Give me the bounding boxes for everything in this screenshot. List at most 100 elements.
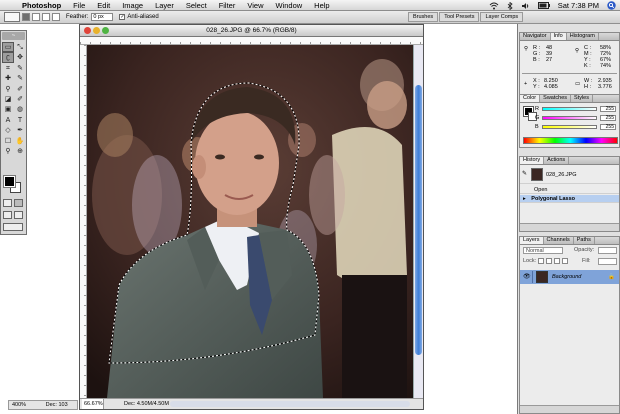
- red-slider[interactable]: [542, 107, 597, 111]
- tab-swatches[interactable]: Swatches: [540, 95, 572, 102]
- subtract-selection-mode[interactable]: [42, 13, 50, 21]
- vertical-scroll-thumb[interactable]: [415, 85, 422, 355]
- tab-color[interactable]: Color: [520, 95, 541, 102]
- tab-navigator[interactable]: Navigator: [520, 33, 551, 40]
- dodge-tool-icon[interactable]: ◍: [14, 104, 26, 114]
- spotlight-icon[interactable]: [607, 1, 616, 10]
- history-snapshot[interactable]: ✎ 028_26.JPG: [520, 166, 619, 184]
- green-value-input[interactable]: 255: [600, 115, 616, 121]
- tab-history[interactable]: History: [520, 157, 545, 164]
- adobe-online-icon[interactable]: ~: [2, 32, 25, 40]
- marquee-tool-icon[interactable]: ▭: [2, 42, 14, 53]
- menu-view[interactable]: View: [247, 1, 263, 10]
- foreground-color-swatch[interactable]: [3, 175, 16, 188]
- menu-select[interactable]: Select: [186, 1, 207, 10]
- volume-icon[interactable]: [521, 2, 530, 10]
- healing-brush-tool-icon[interactable]: ✚: [2, 73, 14, 83]
- document-titlebar[interactable]: 028_26.JPG @ 66.7% (RGB/8): [80, 25, 423, 37]
- blue-value-input[interactable]: 255: [600, 124, 616, 130]
- shape-tool-icon[interactable]: ✒: [14, 125, 26, 135]
- standard-mode-icon[interactable]: [3, 199, 12, 207]
- hand-tool-icon[interactable]: ✋: [14, 136, 26, 146]
- clone-stamp-tool-icon[interactable]: ⚲: [2, 84, 14, 94]
- eyedropper-tool-icon[interactable]: ⚲: [2, 146, 14, 156]
- history-brush-tool-icon[interactable]: ✐: [14, 84, 26, 94]
- pen-tool-icon[interactable]: ◇: [2, 125, 14, 135]
- wifi-icon[interactable]: [489, 2, 499, 10]
- menu-filter[interactable]: Filter: [219, 1, 236, 10]
- screen-mode-standard-icon[interactable]: [3, 211, 12, 219]
- tab-paths[interactable]: Paths: [574, 237, 595, 244]
- type-tool-icon[interactable]: T: [14, 115, 26, 125]
- history-step-polygonal-lasso[interactable]: ▸ Polygonal Lasso: [520, 195, 619, 203]
- new-selection-mode[interactable]: [22, 13, 30, 21]
- vertical-scrollbar[interactable]: [413, 45, 423, 398]
- screen-mode-menubar-icon[interactable]: [14, 211, 23, 219]
- intersect-selection-mode[interactable]: [52, 13, 60, 21]
- blur-tool-icon[interactable]: ▣: [2, 104, 14, 114]
- jump-to-imageready-icon[interactable]: [3, 223, 23, 231]
- well-tab-tool-presets[interactable]: Tool Presets: [439, 12, 480, 22]
- blend-mode-select[interactable]: Normal: [523, 247, 563, 254]
- eraser-tool-icon[interactable]: ◪: [2, 94, 14, 104]
- close-icon[interactable]: [84, 27, 91, 34]
- menu-file[interactable]: File: [73, 1, 85, 10]
- horizontal-scrollbar[interactable]: [170, 401, 410, 407]
- document-canvas[interactable]: [87, 45, 413, 398]
- well-tab-brushes[interactable]: Brushes: [408, 12, 439, 22]
- minimize-icon[interactable]: [93, 27, 100, 34]
- fill-input[interactable]: [598, 258, 617, 265]
- color-spectrum-bar[interactable]: [523, 137, 618, 144]
- battery-icon[interactable]: [537, 2, 550, 9]
- menu-window[interactable]: Window: [275, 1, 302, 10]
- feather-input[interactable]: 0 px: [91, 13, 114, 21]
- menu-clock[interactable]: Sat 7:38 PM: [558, 1, 599, 10]
- app-menu[interactable]: Photoshop: [22, 1, 61, 10]
- layer-name[interactable]: Background: [552, 270, 581, 284]
- lasso-tool-icon[interactable]: ʗ: [2, 52, 14, 63]
- antialias-checkbox[interactable]: ✓: [119, 14, 126, 20]
- tool-preset-picker[interactable]: [4, 12, 20, 22]
- layer-visibility-eye-icon[interactable]: 👁: [523, 270, 531, 284]
- zoom-icon[interactable]: [102, 27, 109, 34]
- tab-info[interactable]: Info: [550, 33, 567, 40]
- slice-tool-icon[interactable]: ✎: [14, 63, 26, 73]
- brush-tool-icon[interactable]: ✎: [14, 73, 26, 83]
- tab-channels[interactable]: Channels: [544, 237, 574, 244]
- menu-image[interactable]: Image: [122, 1, 143, 10]
- notes-tool-icon[interactable]: ☐: [2, 136, 14, 146]
- ruler-horizontal[interactable]: [80, 37, 423, 45]
- bluetooth-icon[interactable]: [507, 1, 513, 10]
- blue-slider[interactable]: [542, 125, 597, 129]
- background-doc-zoom[interactable]: 400%: [12, 402, 26, 408]
- menu-layer[interactable]: Layer: [155, 1, 174, 10]
- layer-row-background[interactable]: 👁 Background 🔒: [520, 270, 619, 284]
- tab-layers[interactable]: Layers: [520, 237, 544, 244]
- well-tab-layer-comps[interactable]: Layer Comps: [480, 12, 524, 22]
- crop-tool-icon[interactable]: ⌗: [2, 63, 14, 73]
- fill-label: Fill:: [582, 258, 591, 264]
- lock-transparency-icon[interactable]: [538, 258, 544, 264]
- tab-styles[interactable]: Styles: [571, 95, 593, 102]
- zoom-tool-icon[interactable]: ⊕: [14, 146, 26, 156]
- ruler-vertical[interactable]: [80, 45, 87, 398]
- green-slider[interactable]: [542, 116, 597, 120]
- menu-help[interactable]: Help: [314, 1, 329, 10]
- menu-edit[interactable]: Edit: [97, 1, 110, 10]
- red-value-input[interactable]: 255: [600, 106, 616, 112]
- path-selection-tool-icon[interactable]: A: [2, 115, 14, 125]
- quick-mask-icon[interactable]: [14, 199, 23, 207]
- tab-histogram[interactable]: Histogram: [567, 33, 599, 40]
- tab-actions[interactable]: Actions: [544, 157, 570, 164]
- opacity-input[interactable]: [598, 247, 617, 254]
- lock-all-icon[interactable]: [562, 258, 568, 264]
- lock-position-icon[interactable]: [554, 258, 560, 264]
- document-size-readout[interactable]: Dec: 4.50M/4.50M: [124, 399, 169, 409]
- history-step-open[interactable]: Open: [520, 186, 619, 194]
- move-tool-icon[interactable]: ⤡: [14, 42, 26, 52]
- lock-pixels-icon[interactable]: [546, 258, 552, 264]
- zoom-level-field[interactable]: 66.67%: [82, 399, 104, 409]
- gradient-tool-icon[interactable]: ✐: [14, 94, 26, 104]
- magic-wand-tool-icon[interactable]: ✥: [14, 52, 26, 62]
- add-selection-mode[interactable]: [32, 13, 40, 21]
